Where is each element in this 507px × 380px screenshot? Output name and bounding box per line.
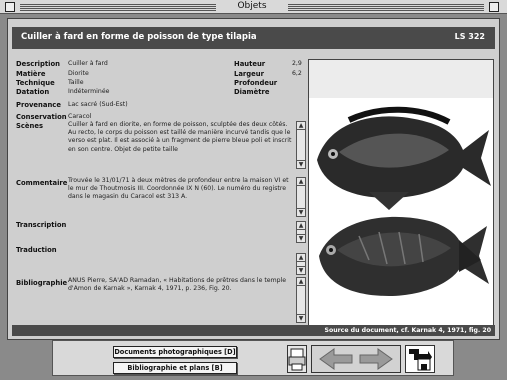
zoom-box-icon[interactable] bbox=[489, 2, 499, 12]
scroll-up-arrow-icon[interactable]: ▲ bbox=[297, 122, 305, 130]
scroll-down-arrow-icon[interactable]: ▼ bbox=[297, 234, 305, 242]
printer-icon[interactable] bbox=[287, 345, 307, 373]
label-matiere: Matière bbox=[16, 70, 46, 78]
label-largeur: Largeur bbox=[234, 70, 264, 78]
fish-spoon-drawing bbox=[309, 60, 493, 296]
scroll-down-arrow-icon[interactable]: ▼ bbox=[297, 208, 305, 216]
label-datation: Datation bbox=[16, 88, 50, 96]
fish-recto-image bbox=[317, 106, 491, 210]
value-commentaire[interactable]: Trouvée le 31/01/71 à deux mètres de pro… bbox=[68, 177, 294, 202]
scroll-up-arrow-icon[interactable]: ▲ bbox=[297, 254, 305, 262]
transcription-scrollbar[interactable]: ▲ ▼ bbox=[296, 221, 306, 243]
scroll-up-arrow-icon[interactable]: ▲ bbox=[297, 222, 305, 230]
window-titlebar[interactable]: Objets bbox=[0, 0, 507, 14]
scroll-up-arrow-icon[interactable]: ▲ bbox=[297, 178, 305, 186]
navigation-arrows bbox=[311, 345, 401, 373]
label-profondeur: Profondeur bbox=[234, 79, 278, 87]
bibliography-button[interactable]: Bibliographie et plans [B] bbox=[113, 362, 237, 374]
label-transcription: Transcription bbox=[16, 221, 67, 229]
value-scenes[interactable]: Cuiller à fard en diorite, en forme de p… bbox=[68, 121, 294, 154]
record-header: Cuiller à fard en forme de poisson de ty… bbox=[12, 27, 495, 49]
label-scenes: Scènes bbox=[16, 122, 44, 130]
titlebar-stripes-right bbox=[288, 3, 484, 11]
bottom-toolbar: Documents photographiques [D] Bibliograp… bbox=[52, 340, 454, 376]
fish-verso-image bbox=[319, 216, 489, 296]
previous-arrow-icon bbox=[319, 348, 353, 370]
value-datation[interactable]: Indéterminée bbox=[68, 88, 109, 96]
value-description[interactable]: Cuiller à fard bbox=[68, 60, 108, 68]
label-diametre: Diamètre bbox=[234, 88, 270, 96]
object-photo bbox=[308, 59, 494, 327]
record-code: LS 322 bbox=[454, 32, 485, 41]
label-technique: Technique bbox=[16, 79, 55, 87]
scroll-up-arrow-icon[interactable]: ▲ bbox=[297, 278, 305, 286]
value-technique[interactable]: Taille bbox=[68, 79, 84, 87]
value-provenance[interactable]: Lac sacré (Sud-Est) bbox=[68, 101, 128, 109]
scenes-scrollbar[interactable]: ▲ ▼ bbox=[296, 121, 306, 169]
scroll-down-arrow-icon[interactable]: ▼ bbox=[297, 314, 305, 322]
label-commentaire: Commentaire bbox=[16, 179, 68, 187]
value-conservation[interactable]: Caracol bbox=[68, 113, 91, 121]
value-bibliographie[interactable]: ANUS Pierre, SA'AD Ramadan, « Habitation… bbox=[68, 277, 294, 293]
scroll-down-arrow-icon[interactable]: ▼ bbox=[297, 160, 305, 168]
value-matiere[interactable]: Diorite bbox=[68, 70, 89, 78]
label-traduction: Traduction bbox=[16, 246, 57, 254]
label-bibliographie: Bibliographie bbox=[16, 279, 68, 287]
photos-button[interactable]: Documents photographiques [D] bbox=[113, 346, 237, 358]
label-conservation: Conservation bbox=[16, 113, 67, 121]
image-caption: Source du document, cf. Karnak 4, 1971, … bbox=[12, 325, 495, 336]
close-box-icon[interactable] bbox=[5, 2, 15, 12]
label-hauteur: Hauteur bbox=[234, 60, 266, 68]
value-largeur[interactable]: 6,2 bbox=[292, 70, 302, 78]
titlebar-stripes-left bbox=[20, 3, 216, 11]
record-panel: Cuiller à fard en forme de poisson de ty… bbox=[7, 18, 500, 340]
value-hauteur[interactable]: 2,9 bbox=[292, 60, 302, 68]
save-disk-icon[interactable] bbox=[405, 345, 435, 373]
record-title: Cuiller à fard en forme de poisson de ty… bbox=[21, 32, 257, 42]
bibliographie-scrollbar[interactable]: ▲ ▼ bbox=[296, 277, 306, 323]
window-title: Objets bbox=[220, 1, 284, 11]
label-description: Description bbox=[16, 60, 60, 68]
next-arrow-icon bbox=[359, 348, 393, 370]
label-provenance: Provenance bbox=[16, 101, 61, 109]
traduction-scrollbar[interactable]: ▲ ▼ bbox=[296, 253, 306, 275]
scroll-down-arrow-icon[interactable]: ▼ bbox=[297, 266, 305, 274]
commentaire-scrollbar[interactable]: ▲ ▼ bbox=[296, 177, 306, 217]
